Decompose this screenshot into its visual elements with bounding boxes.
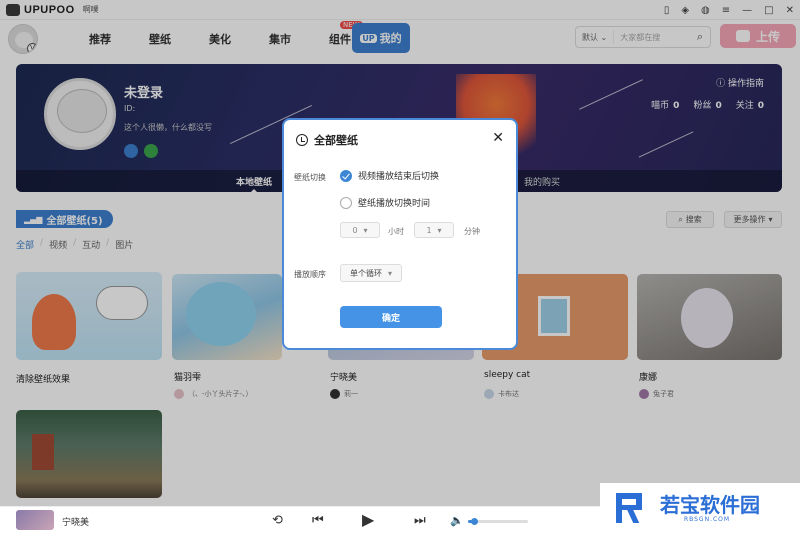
previous-icon[interactable]: ⏮: [312, 513, 324, 528]
radio-switch-after-video[interactable]: 视频播放结束后切换: [340, 169, 439, 182]
dialog-title: 全部壁纸: [314, 134, 358, 147]
radio-switch-timer[interactable]: 壁纸播放切换时间: [340, 196, 430, 209]
order-label: 播放顺序: [294, 270, 326, 279]
minutes-unit: 分钟: [464, 227, 480, 236]
hours-unit: 小时: [388, 227, 404, 236]
loop-icon[interactable]: ⟲: [272, 513, 283, 528]
next-icon[interactable]: ⏭: [414, 513, 426, 528]
close-icon[interactable]: ✕: [492, 130, 504, 146]
watermark-logo-icon: [616, 489, 654, 527]
radio-switch-timer-label: 壁纸播放切换时间: [358, 199, 431, 209]
minutes-value: 1: [426, 225, 432, 235]
now-playing-title: 宁晓美: [62, 518, 90, 528]
order-select[interactable]: 单个循环 ▾: [340, 264, 402, 282]
volume-knob[interactable]: [471, 518, 478, 525]
watermark: 若宝软件园 RBSGN.COM: [600, 483, 800, 533]
radio-switch-after-video-label: 视频播放结束后切换: [358, 172, 440, 182]
hours-value: 0: [352, 225, 358, 235]
hours-select[interactable]: 0 ▾: [340, 222, 380, 238]
play-icon[interactable]: ▶: [362, 510, 374, 529]
dialog-header: 全部壁纸: [296, 132, 358, 148]
switch-label: 壁纸切换: [294, 173, 326, 182]
watermark-text: 若宝软件园: [660, 492, 760, 517]
volume-slider[interactable]: [468, 518, 528, 525]
confirm-button[interactable]: 确定: [340, 306, 442, 328]
all-wallpapers-dialog: 全部壁纸 ✕ 壁纸切换 视频播放结束后切换 壁纸播放切换时间 0 ▾ 小时 1 ▾ …: [282, 118, 518, 350]
volume-icon[interactable]: 🔈: [450, 514, 464, 527]
radio-checked-icon: [340, 169, 352, 182]
order-value: 单个循环: [349, 268, 382, 278]
caret-down-icon: ▾: [387, 268, 392, 278]
watermark-text-block: 若宝软件园 RBSGN.COM: [654, 494, 760, 523]
radio-unchecked-icon: [340, 196, 352, 209]
watermark-sub: RBSGN.COM: [683, 515, 731, 523]
caret-down-icon: ▾: [437, 225, 442, 235]
now-playing-thumbnail[interactable]: [16, 510, 54, 530]
clock-icon: [296, 134, 308, 146]
caret-down-icon: ▾: [363, 225, 368, 235]
minutes-select[interactable]: 1 ▾: [414, 222, 454, 238]
